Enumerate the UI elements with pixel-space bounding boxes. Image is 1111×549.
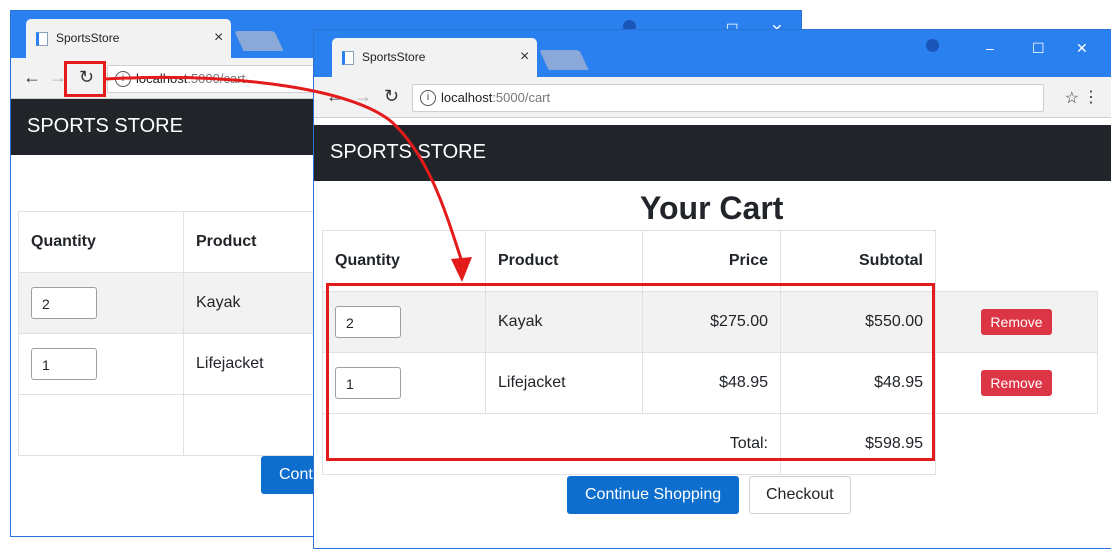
annotation-arrow [105,76,472,282]
